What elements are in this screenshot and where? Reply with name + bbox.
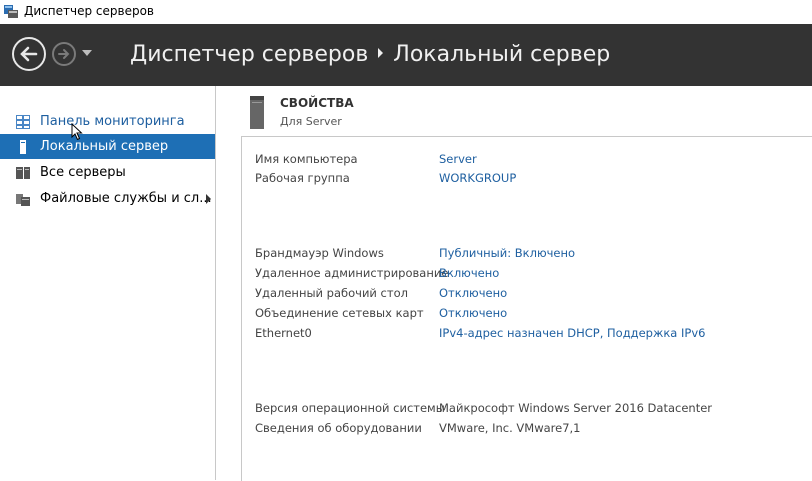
property-key: Имя компьютера xyxy=(255,152,358,166)
property-key: Объединение сетевых карт xyxy=(255,306,424,320)
sidebar-item-label: Файловые службы и сл... xyxy=(40,191,212,206)
property-value: Майкрософт Windows Server 2016 Datacente… xyxy=(439,401,713,415)
property-key: Сведения об оборудовании xyxy=(255,421,422,435)
arrow-right-icon xyxy=(58,49,70,59)
sidebar-item-dashboard[interactable]: Панель мониторинга xyxy=(0,109,215,134)
window-title: Диспетчер серверов xyxy=(24,4,154,18)
dashboard-icon xyxy=(16,114,30,129)
properties-subtitle: Для Server xyxy=(280,115,342,128)
server-manager-app-icon xyxy=(4,5,18,18)
property-key: Удаленное администрирование xyxy=(255,266,449,280)
sidebar-item-all-servers[interactable]: Все серверы xyxy=(0,160,215,185)
breadcrumb-root[interactable]: Диспетчер серверов xyxy=(130,42,368,67)
properties-server-icon xyxy=(250,96,264,129)
app-header: Диспетчер серверов Локальный сервер xyxy=(0,24,812,86)
property-key: Брандмауэр Windows xyxy=(255,246,384,260)
forward-button[interactable] xyxy=(52,42,76,66)
sidebar: Панель мониторинга Локальный сервер Все … xyxy=(0,86,216,480)
back-button[interactable] xyxy=(12,37,46,71)
property-value-link[interactable]: Server xyxy=(439,152,477,166)
properties-panel: Имя компьютера Server Рабочая группа WOR… xyxy=(241,136,812,481)
main-content: СВОЙСТВА Для Server Имя компьютера Serve… xyxy=(216,86,812,481)
servers-icon xyxy=(16,166,30,179)
property-value-link[interactable]: Публичный: Включено xyxy=(439,246,575,260)
property-key: Рабочая группа xyxy=(255,171,350,185)
property-key: Версия операционной системы xyxy=(255,401,445,415)
breadcrumb-separator-icon xyxy=(378,48,384,58)
sidebar-item-label: Локальный сервер xyxy=(40,139,169,154)
sidebar-item-label: Все серверы xyxy=(40,165,126,180)
sidebar-item-local-server[interactable]: Локальный сервер xyxy=(0,134,215,159)
property-value-link[interactable]: Отключено xyxy=(439,286,507,300)
breadcrumb-current: Локальный сервер xyxy=(393,42,611,67)
file-services-icon xyxy=(16,193,30,206)
server-icon xyxy=(20,139,26,154)
chevron-right-icon[interactable] xyxy=(206,194,211,204)
history-dropdown-icon[interactable] xyxy=(82,50,92,56)
property-key: Ethernet0 xyxy=(255,326,312,340)
arrow-left-icon xyxy=(20,46,38,62)
window-titlebar: Диспетчер серверов xyxy=(0,0,812,24)
property-value-link[interactable]: IPv4-адрес назначен DHCP, Поддержка IPv6 xyxy=(439,326,705,340)
breadcrumb: Диспетчер серверов Локальный сервер xyxy=(130,42,610,67)
property-value: VMware, Inc. VMware7,1 xyxy=(439,421,581,435)
property-value-link[interactable]: WORKGROUP xyxy=(439,171,516,185)
sidebar-item-file-services[interactable]: Файловые службы и сл... xyxy=(0,186,215,211)
property-value-link[interactable]: Включено xyxy=(439,266,499,280)
mouse-cursor-icon xyxy=(71,123,83,141)
property-value-link[interactable]: Отключено xyxy=(439,306,507,320)
property-key: Удаленный рабочий стол xyxy=(255,286,408,300)
sidebar-item-label: Панель мониторинга xyxy=(40,114,185,129)
properties-title: СВОЙСТВА xyxy=(280,96,354,110)
